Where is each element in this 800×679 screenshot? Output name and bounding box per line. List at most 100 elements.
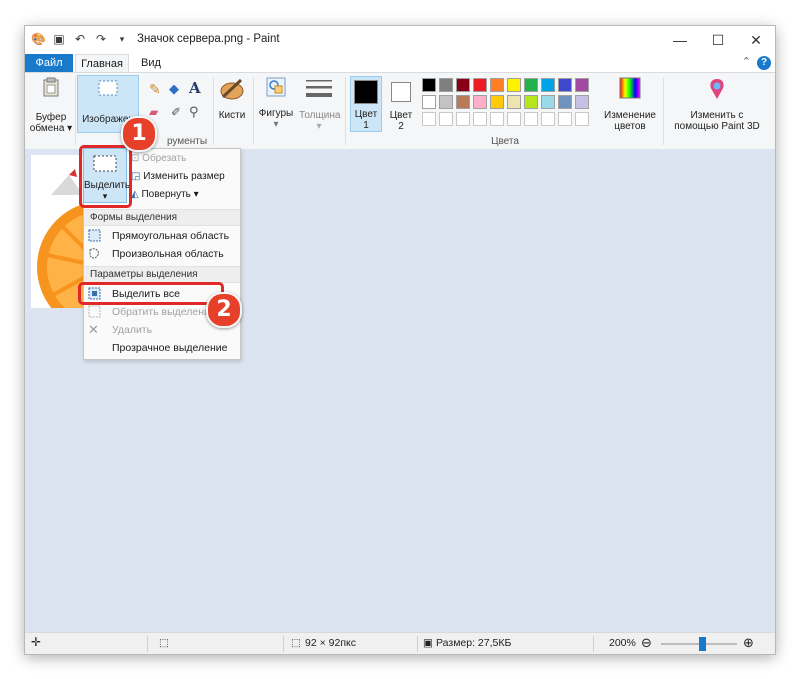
color2-button[interactable]: Цвет 2 xyxy=(387,76,415,132)
status-bar: ✛ ⬚ ⬚ 92 × 92пкс ▣ Размер: 27,5КБ 200% ⊖… xyxy=(25,632,775,654)
eraser-icon[interactable]: ▰ xyxy=(149,105,158,119)
delete-label: Удалить xyxy=(112,324,153,336)
menu-item-rectangular-selection[interactable]: Прямоугольная область xyxy=(84,227,240,245)
clipboard-button[interactable]: Буфер обмена ▾ xyxy=(29,77,73,134)
color-swatch[interactable] xyxy=(422,95,436,109)
color-swatch[interactable] xyxy=(575,112,589,126)
file-tab[interactable]: Файл xyxy=(25,54,73,72)
callout-badge-2: 2 xyxy=(206,292,242,328)
tools-group-label: рументы xyxy=(166,136,208,147)
color-swatch[interactable] xyxy=(490,112,504,126)
color-swatch[interactable] xyxy=(575,78,589,92)
resize-button[interactable]: ◲ Изменить размер xyxy=(131,169,225,185)
zoom-in-icon[interactable]: ⊕ xyxy=(743,635,754,651)
thickness-button[interactable]: Толщина ▾ xyxy=(299,77,340,132)
tab-view[interactable]: Вид xyxy=(135,54,167,72)
shapes-label: Фигуры xyxy=(258,108,294,119)
highlight-select-all xyxy=(78,282,224,305)
shapes-dropdown-icon: ▾ xyxy=(273,119,279,130)
invert-selection-icon xyxy=(88,305,101,318)
tab-home[interactable]: Главная xyxy=(75,54,129,74)
redo-icon[interactable]: ↷ xyxy=(94,32,108,46)
close-icon[interactable]: ✕ xyxy=(737,26,775,54)
brushes-button[interactable]: Кисти xyxy=(215,77,249,121)
highlight-select-button xyxy=(79,145,132,208)
color-wheel-icon xyxy=(619,77,641,99)
menu-item-transparent-selection[interactable]: Прозрачное выделение xyxy=(84,339,240,357)
undo-icon[interactable]: ↶ xyxy=(73,32,87,46)
color-picker-icon[interactable]: ✐ xyxy=(171,105,181,119)
color-swatch[interactable] xyxy=(507,95,521,109)
thickness-icon xyxy=(306,80,332,97)
color1-label-1: Цвет xyxy=(354,109,378,120)
save-icon[interactable]: ▣ xyxy=(52,32,66,46)
customize-qat-icon[interactable]: ▾ xyxy=(115,32,129,46)
collapse-ribbon-icon[interactable]: ⌃ xyxy=(742,55,751,68)
edit-colors-label-1: Изменение xyxy=(604,110,656,121)
color-swatch[interactable] xyxy=(473,78,487,92)
color-swatch[interactable] xyxy=(422,78,436,92)
paint3d-button[interactable]: Изменить с помощью Paint 3D xyxy=(667,77,767,132)
magnifier-icon[interactable]: ⚲ xyxy=(189,104,199,120)
fill-icon[interactable]: ◆ xyxy=(169,81,179,97)
clipboard-label-2: обмена xyxy=(29,123,65,134)
rotate-button[interactable]: ◭ Повернуть ▾ xyxy=(131,187,199,203)
freeform-selection-label: Произвольная область xyxy=(112,248,224,260)
color-swatch[interactable] xyxy=(524,95,538,109)
delete-icon: ✕ xyxy=(88,322,99,337)
color-swatch[interactable] xyxy=(439,112,453,126)
color-swatch[interactable] xyxy=(524,78,538,92)
brush-icon xyxy=(220,78,244,100)
separator xyxy=(593,636,594,652)
color-swatch[interactable] xyxy=(456,112,470,126)
image-size-text: 92 × 92пкс xyxy=(305,637,356,649)
help-icon[interactable]: ? xyxy=(757,56,771,70)
edit-colors-button[interactable]: Изменение цветов xyxy=(601,77,659,132)
color-swatch[interactable] xyxy=(507,112,521,126)
color-swatch[interactable] xyxy=(541,78,555,92)
color-swatch[interactable] xyxy=(524,112,538,126)
disk-icon: ▣ xyxy=(423,637,433,649)
color-swatch[interactable] xyxy=(473,112,487,126)
minimize-icon[interactable]: — xyxy=(661,26,699,54)
zoom-out-icon[interactable]: ⊖ xyxy=(641,635,652,651)
rect-selection-label: Прямоугольная область xyxy=(112,230,230,242)
clipboard-label-1: Буфер xyxy=(35,112,67,123)
text-icon[interactable]: A xyxy=(189,79,201,97)
color-swatch[interactable] xyxy=(507,78,521,92)
color-swatch[interactable] xyxy=(558,78,572,92)
paint3d-label-1: Изменить с xyxy=(690,110,744,121)
color-swatch[interactable] xyxy=(541,95,555,109)
color-swatch[interactable] xyxy=(490,78,504,92)
maximize-icon[interactable]: ☐ xyxy=(699,26,737,54)
menu-bar: Файл Главная Вид ⌃ ? xyxy=(25,54,775,74)
color1-button[interactable]: Цвет 1 xyxy=(350,76,382,132)
paint-app-icon[interactable]: 🎨 xyxy=(31,32,46,46)
shapes-button[interactable]: Фигуры ▾ xyxy=(257,77,295,130)
selection-size-icon: ⬚ xyxy=(159,637,169,649)
color-swatch[interactable] xyxy=(558,112,572,126)
color-swatch[interactable] xyxy=(541,112,555,126)
menu-item-freeform-selection[interactable]: Произвольная область xyxy=(84,245,240,263)
selection-options-header-text: Параметры выделения xyxy=(90,269,198,280)
zoom-slider-thumb[interactable] xyxy=(698,637,706,651)
color-swatch[interactable] xyxy=(456,78,470,92)
color-swatch[interactable] xyxy=(473,95,487,109)
color-swatch[interactable] xyxy=(422,112,436,126)
color-swatch[interactable] xyxy=(439,78,453,92)
pencil-icon[interactable]: ✎ xyxy=(149,81,161,98)
color1-swatch xyxy=(354,80,378,104)
separator xyxy=(147,636,148,652)
color-swatch[interactable] xyxy=(575,95,589,109)
zoom-slider[interactable] xyxy=(661,637,737,651)
rectangle-select-icon xyxy=(88,229,101,242)
color-swatch[interactable] xyxy=(456,95,470,109)
color-swatch[interactable] xyxy=(558,95,572,109)
crop-button[interactable]: ⊡ Обрезать xyxy=(131,151,186,167)
color-swatch[interactable] xyxy=(490,95,504,109)
crop-icon: ⊡ xyxy=(131,153,140,164)
window-title: Значок сервера.png - Paint xyxy=(137,33,280,45)
invert-selection-label: Обратить выделение xyxy=(112,306,216,318)
thickness-dropdown-icon: ▾ xyxy=(316,121,322,132)
color-swatch[interactable] xyxy=(439,95,453,109)
